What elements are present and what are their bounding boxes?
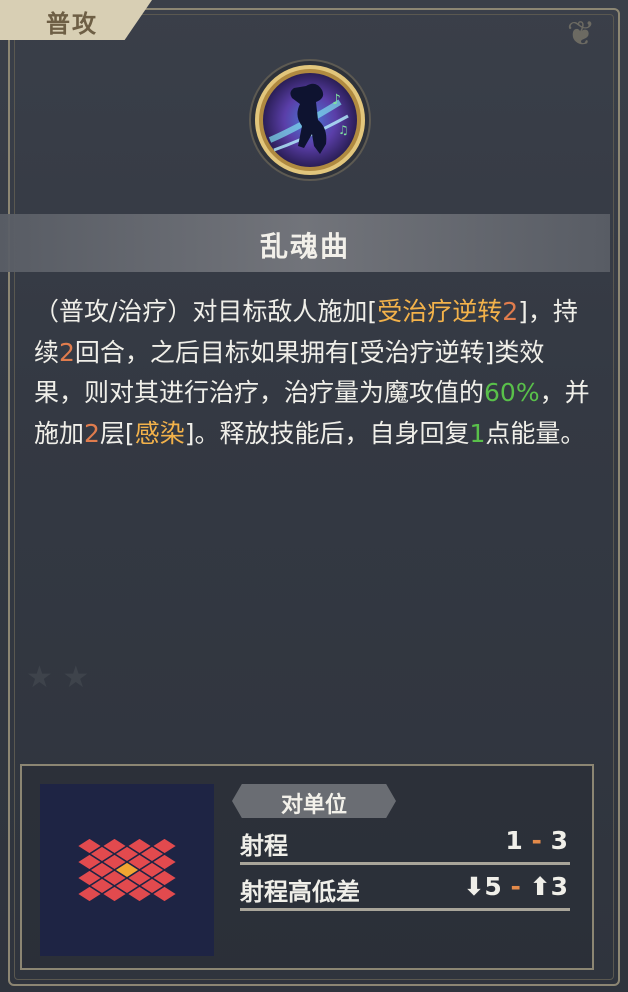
height-diff-value: ⬇5 - ⬆3 xyxy=(463,872,568,901)
range-row: 射程 1 - 3 xyxy=(240,822,570,865)
skill-description: （普攻/治疗）对目标敌人施加[受治疗逆转2]，持续2回合，之后目标如果拥有[受治… xyxy=(34,292,594,454)
stack-count: 2 xyxy=(502,297,519,326)
range-grid-map xyxy=(40,784,214,956)
keyword-infection[interactable]: 感染 xyxy=(135,419,185,448)
range-separator: - xyxy=(531,826,542,855)
range-max: 3 xyxy=(550,826,568,855)
duration-value: 2 xyxy=(59,337,75,367)
range-tiles xyxy=(75,837,179,903)
height-diff-label: 射程高低差 xyxy=(240,878,360,906)
keyword-heal-reverse[interactable]: 受治疗逆转 xyxy=(377,297,502,326)
svg-text:♪: ♪ xyxy=(332,92,341,108)
desc-text-5: 层[ xyxy=(99,418,135,448)
infection-stacks: 2 xyxy=(84,418,100,448)
height-diff-row: 射程高低差 ⬇5 - ⬆3 xyxy=(240,868,570,911)
range-min: 1 xyxy=(505,826,523,855)
desc-text-7: 点能量。 xyxy=(485,418,586,448)
energy-value: 1 xyxy=(469,418,486,448)
background-star-icons: ★ ★ xyxy=(26,660,90,695)
heal-percent: 60% xyxy=(484,378,540,407)
desc-text-1: （普攻/治疗）对目标敌人施加[ xyxy=(34,297,378,326)
skill-type-label: 普攻 xyxy=(46,10,98,38)
skill-name: 乱魂曲 xyxy=(259,230,350,263)
skill-icon-emblem: ♪ ♫ xyxy=(249,59,371,181)
height-separator: - xyxy=(510,872,521,901)
skill-detail-panel: ❦ 普攻 ♪ ♫ 乱魂曲 （普攻/治疗）对目标敌人施加[受治疗逆转2]，持续2回… xyxy=(0,0,628,992)
corner-ornament-icon: ❦ xyxy=(566,14,596,54)
range-label: 射程 xyxy=(240,832,288,860)
target-type-tag: 对单位 xyxy=(232,784,396,818)
desc-text-3: 回合，之后目标如果拥有[受治疗逆转]类效果，则对其进行治疗，治疗量为魔攻值的 xyxy=(34,337,545,408)
height-up: ⬆3 xyxy=(529,872,568,901)
height-down: ⬇5 xyxy=(463,872,502,901)
target-type-label: 对单位 xyxy=(280,793,347,818)
range-value: 1 - 3 xyxy=(505,826,568,855)
skill-title-bar: 乱魂曲 xyxy=(0,214,610,272)
desc-text-6: ]。释放技能后，自身回复 xyxy=(184,418,470,448)
svg-text:♫: ♫ xyxy=(338,123,349,137)
